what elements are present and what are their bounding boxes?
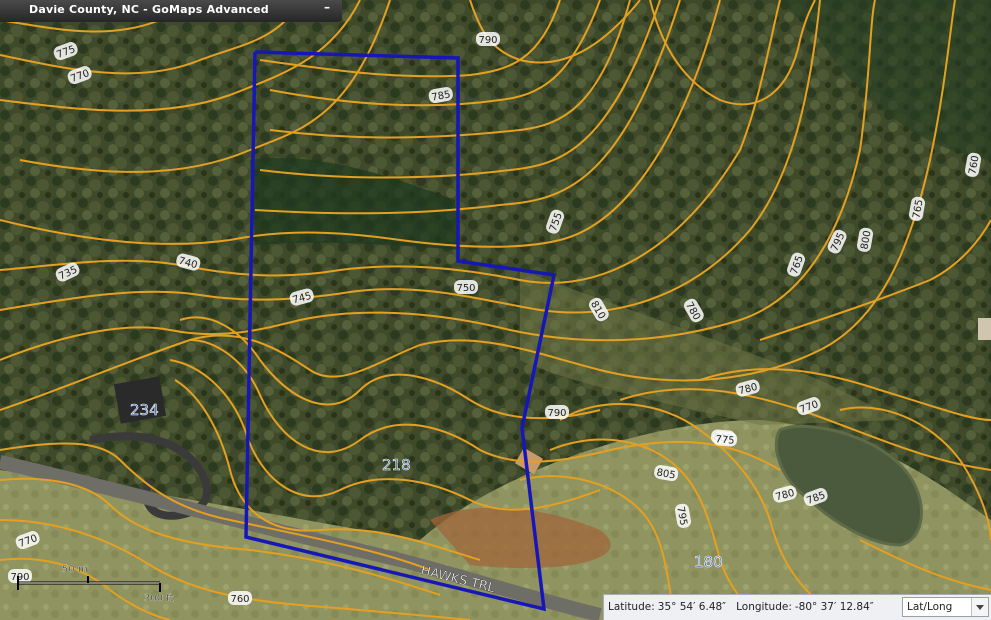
contour-label: 790 (476, 32, 500, 46)
map-canvas[interactable]: 7757707907857557357407457507607658108057… (0, 0, 991, 620)
longitude-label: Longitude: (736, 601, 792, 613)
shed-east (978, 318, 991, 340)
svg-text:775: 775 (715, 434, 735, 447)
coordinate-format-select[interactable]: Lat/Long (902, 597, 989, 617)
latitude-label: Latitude: (608, 601, 655, 613)
address-234: 234 (130, 401, 159, 419)
svg-text:760: 760 (230, 594, 249, 605)
contour-label: 790 (545, 405, 569, 419)
window-title: Davie County, NC - GoMaps Advanced (29, 3, 269, 16)
scale-metric-label: 50 m (62, 564, 88, 575)
svg-text:750: 750 (456, 283, 475, 294)
longitude-value: -80° 37′ 12.84″ (794, 601, 874, 613)
contour-label: 775 (713, 431, 738, 447)
address-218: 218 (382, 456, 411, 474)
coordinate-readout: Latitude: 35° 54′ 6.48″ Longitude: -80° 37′… (608, 601, 874, 613)
window-title-bar[interactable]: Davie County, NC - GoMaps Advanced – (0, 0, 342, 22)
latitude-value: 35° 54′ 6.48″ (657, 601, 727, 613)
minimize-button[interactable]: – (320, 0, 334, 14)
coordinate-bar: Latitude: 35° 54′ 6.48″ Longitude: -80° 37′… (603, 594, 991, 620)
contour-label: 760 (228, 591, 252, 605)
scale-imperial-label: 300 ft (144, 593, 174, 604)
svg-text:790: 790 (547, 408, 566, 419)
svg-text:790: 790 (478, 35, 497, 46)
chevron-down-icon[interactable] (971, 598, 988, 616)
coordinate-format-value: Lat/Long (907, 601, 953, 613)
address-180: 180 (694, 553, 723, 571)
contour-label: 750 (454, 280, 478, 294)
